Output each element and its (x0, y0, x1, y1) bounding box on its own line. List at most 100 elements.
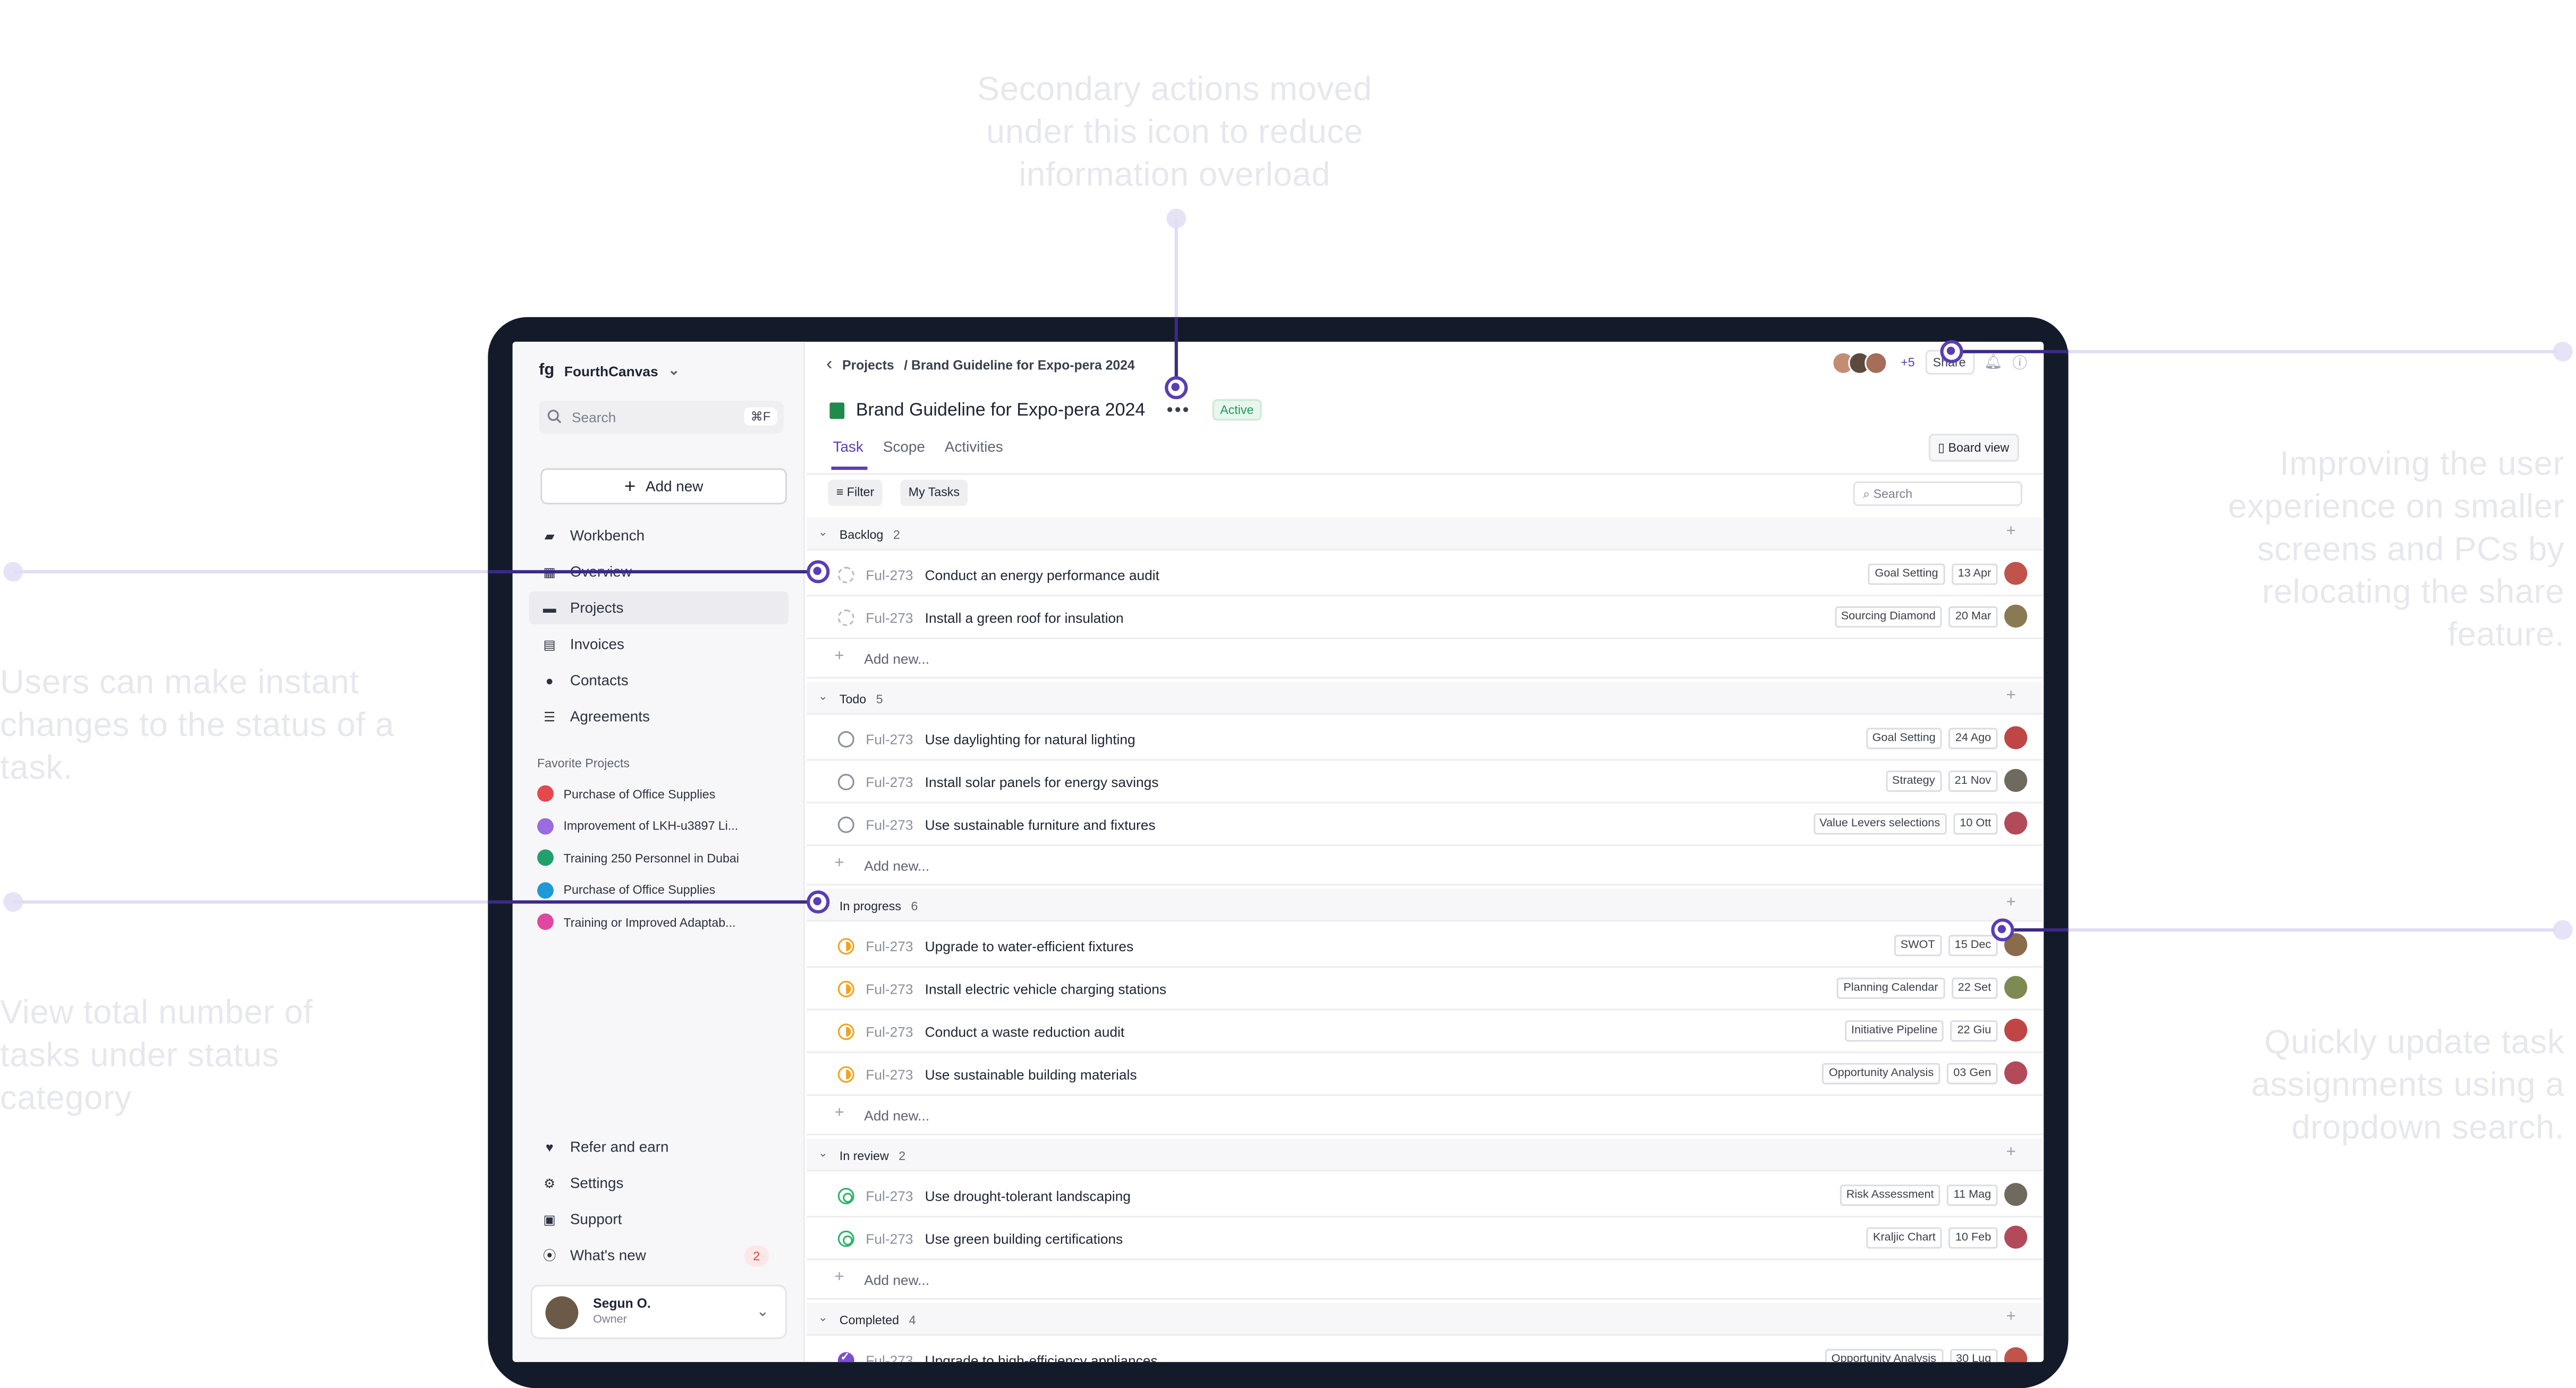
task-title[interactable]: Upgrade to high-efficiency appliances (925, 1352, 1158, 1362)
tab-activities[interactable]: Activities (945, 439, 1003, 455)
sidebar-item-support[interactable]: ▣ Support (529, 1203, 789, 1235)
add-new-task-row[interactable]: + Add new... (807, 846, 2044, 886)
back-arrow-icon[interactable]: ‹ (826, 355, 832, 375)
task-due-date[interactable]: 10 Ott (1953, 812, 1998, 834)
task-due-date[interactable]: 10 Feb (1948, 1226, 1998, 1248)
assignee-avatar[interactable] (2004, 1347, 2028, 1362)
status-toggle[interactable] (837, 566, 854, 583)
task-tag[interactable]: Goal Setting (1866, 727, 1943, 749)
status-toggle[interactable] (837, 1188, 854, 1205)
favorite-project-item[interactable]: Training or Improved Adaptab... (537, 913, 784, 930)
task-title[interactable]: Use daylighting for natural lighting (925, 731, 1136, 748)
chevron-down-icon[interactable]: ⌄ (818, 1147, 828, 1160)
favorite-project-item[interactable]: Purchase of Office Supplies (537, 881, 784, 898)
task-due-date[interactable]: 20 Mar (1948, 605, 1998, 627)
task-due-date[interactable]: 03 Gen (1946, 1062, 1998, 1084)
add-task-icon[interactable]: + (2006, 1308, 2016, 1326)
status-toggle[interactable] (837, 774, 854, 791)
task-title[interactable]: Conduct an energy performance audit (925, 567, 1159, 583)
status-toggle[interactable] (837, 1350, 854, 1362)
task-search-input[interactable]: ⌕ Search (1853, 481, 2023, 506)
task-tag[interactable]: SWOT (1894, 934, 1942, 955)
sidebar-item-workbench[interactable]: ▰ Workbench (529, 519, 789, 552)
table-row[interactable]: Ful-273 Install electric vehicle charging… (807, 968, 2044, 1011)
sidebar-item-contacts[interactable]: ● Contacts (529, 664, 789, 697)
sidebar-item-agreements[interactable]: ☰ Agreements (529, 700, 789, 733)
task-due-date[interactable]: 15 Dec (1948, 934, 1998, 955)
tab-task[interactable]: Task (833, 439, 863, 455)
status-toggle[interactable] (837, 1023, 854, 1040)
chevron-down-icon[interactable]: ⌄ (818, 690, 828, 704)
table-row[interactable]: Ful-273 Install solar panels for energy s… (807, 761, 2044, 803)
task-tag[interactable]: Value Levers selections (1812, 812, 1947, 834)
task-due-date[interactable]: 22 Set (1951, 977, 1998, 998)
task-tag[interactable]: Opportunity Analysis (1822, 1062, 1941, 1084)
info-icon[interactable]: ⓘ (2012, 352, 2027, 373)
task-title[interactable]: Install solar panels for energy savings (925, 774, 1159, 790)
sidebar-item-refer-and-earn[interactable]: ♥ Refer and earn (529, 1130, 789, 1163)
bell-icon[interactable]: 🔔︎ (1984, 353, 2002, 371)
my-tasks-button[interactable]: My Tasks (900, 479, 968, 506)
task-tag[interactable]: Planning Calendar (1837, 977, 1945, 998)
task-title[interactable]: Upgrade to water-efficient fixtures (925, 938, 1133, 954)
table-row[interactable]: Ful-273 Use drought-tolerant landscaping R… (807, 1175, 2044, 1218)
table-row[interactable]: Ful-273 Use sustainable furniture and fix… (807, 803, 2044, 847)
status-toggle[interactable] (837, 938, 854, 955)
task-due-date[interactable]: 24 Ago (1948, 727, 1998, 749)
assignee-avatar[interactable] (2004, 1183, 2028, 1206)
task-title[interactable]: Use drought-tolerant landscaping (925, 1188, 1131, 1204)
sidebar-item-projects[interactable]: ▬ Projects (529, 591, 789, 624)
assignee-avatar[interactable] (2004, 562, 2028, 585)
table-row[interactable]: Ful-273 Conduct an energy performance aud… (807, 554, 2044, 597)
task-due-date[interactable]: 30 Lug (1949, 1348, 1998, 1362)
chevron-down-icon[interactable]: ⌄ (818, 526, 828, 539)
add-task-icon[interactable]: + (2006, 522, 2016, 540)
member-avatars[interactable] (1832, 351, 1888, 374)
add-task-icon[interactable]: + (2006, 1144, 2016, 1162)
status-toggle[interactable] (837, 731, 854, 748)
extra-members-count[interactable]: +5 (1901, 355, 1914, 370)
task-tag[interactable]: Risk Assessment (1840, 1183, 1941, 1205)
assignee-avatar[interactable] (2004, 1061, 2028, 1085)
table-row[interactable]: Ful-273 Upgrade to high-efficiency applia… (807, 1339, 2044, 1362)
status-toggle[interactable] (837, 610, 854, 626)
task-tag[interactable]: Sourcing Diamond (1834, 605, 1943, 627)
task-due-date[interactable]: 13 Apr (1951, 562, 1998, 585)
favorite-project-item[interactable]: Training 250 Personnel in Dubai (537, 849, 784, 866)
sidebar-item-what-s-new[interactable]: ⦿ What's new 2 (529, 1239, 789, 1272)
task-title[interactable]: Install a green roof for insulation (925, 610, 1124, 626)
more-actions-button[interactable]: ••• (1167, 400, 1191, 420)
status-toggle[interactable] (837, 980, 854, 997)
table-row[interactable]: Ful-273 Use sustainable building material… (807, 1053, 2044, 1096)
assignee-avatar[interactable] (2004, 726, 2028, 749)
task-due-date[interactable]: 21 Nov (1948, 769, 1998, 791)
favorite-project-item[interactable]: Purchase of Office Supplies (537, 785, 784, 802)
task-due-date[interactable]: 22 Giu (1951, 1019, 1998, 1041)
task-due-date[interactable]: 11 Mag (1947, 1183, 1998, 1205)
assignee-avatar[interactable] (2004, 976, 2028, 999)
task-tag[interactable]: Kraljic Chart (1866, 1226, 1943, 1248)
assignee-avatar[interactable] (2004, 1018, 2028, 1042)
sidebar-item-settings[interactable]: ⚙ Settings (529, 1166, 789, 1199)
task-tag[interactable]: Opportunity Analysis (1825, 1348, 1943, 1362)
filter-button[interactable]: ≡ Filter (828, 479, 883, 506)
workspace-switcher[interactable]: fg FourthCanvas ⌄ (539, 361, 680, 379)
task-title[interactable]: Use sustainable building materials (925, 1067, 1137, 1083)
table-row[interactable]: Ful-273 Upgrade to water-efficient fixtur… (807, 925, 2044, 968)
sidebar-search-input[interactable]: Search ⌘F (539, 401, 784, 434)
table-row[interactable]: Ful-273 Use green building certifications… (807, 1217, 2044, 1260)
task-tag[interactable]: Strategy (1885, 769, 1942, 791)
add-task-icon[interactable]: + (2006, 687, 2016, 705)
board-view-button[interactable]: ▯ Board view (1928, 434, 2019, 462)
task-title[interactable]: Use green building certifications (925, 1231, 1123, 1247)
add-task-icon[interactable]: + (2006, 894, 2016, 912)
task-title[interactable]: Install electric vehicle charging statio… (925, 981, 1166, 997)
user-menu[interactable]: Segun O. Owner ⌄ (530, 1284, 787, 1339)
add-new-task-row[interactable]: + Add new... (807, 1260, 2044, 1300)
sidebar-item-invoices[interactable]: ▤ Invoices (529, 628, 789, 661)
task-title[interactable]: Conduct a waste reduction audit (925, 1023, 1124, 1040)
table-row[interactable]: Ful-273 Conduct a waste reduction audit In… (807, 1010, 2044, 1053)
table-row[interactable]: Ful-273 Use daylighting for natural light… (807, 718, 2044, 761)
favorite-project-item[interactable]: Improvement of LKH-u3897 Li... (537, 817, 784, 834)
task-title[interactable]: Use sustainable furniture and fixtures (925, 817, 1156, 833)
